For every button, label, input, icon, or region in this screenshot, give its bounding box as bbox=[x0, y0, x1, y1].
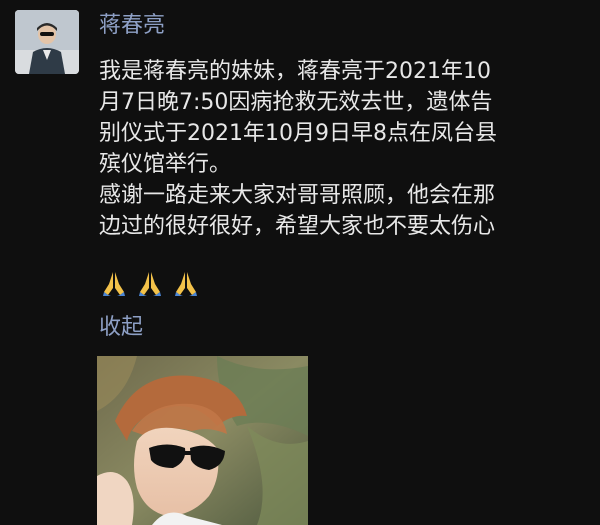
emoji-row bbox=[99, 268, 201, 302]
post-line: 月7日晚7:50因病抢救无效去世，遗体告 bbox=[99, 90, 493, 115]
post-line: 感谢一路走来大家对哥哥照顾，他会在那 bbox=[99, 183, 496, 208]
post-paragraph-2: 感谢一路走来大家对哥哥照顾，他会在那 边过的很好很好，希望大家也不要太伤心 bbox=[99, 180, 589, 242]
author-name[interactable]: 蒋春亮 bbox=[99, 12, 165, 40]
folded-hands-icon bbox=[135, 268, 165, 298]
collapse-link[interactable]: 收起 bbox=[99, 314, 143, 342]
post-line: 我是蒋春亮的妹妹，蒋春亮于2021年10 bbox=[99, 59, 491, 84]
folded-hands-icon bbox=[99, 268, 129, 298]
post-text: 我是蒋春亮的妹妹，蒋春亮于2021年10 月7日晚7:50因病抢救无效去世，遗体… bbox=[99, 56, 589, 242]
post-paragraph-1: 我是蒋春亮的妹妹，蒋春亮于2021年10 月7日晚7:50因病抢救无效去世，遗体… bbox=[99, 56, 589, 180]
folded-hands-icon bbox=[171, 268, 201, 298]
post-line: 边过的很好很好，希望大家也不要太伤心 bbox=[99, 214, 496, 239]
avatar[interactable] bbox=[15, 10, 79, 74]
post-line: 别仪式于2021年10月9日早8点在凤台县 bbox=[99, 121, 497, 146]
post-line: 殡仪馆举行。 bbox=[99, 152, 232, 177]
post-photo[interactable] bbox=[97, 356, 308, 525]
